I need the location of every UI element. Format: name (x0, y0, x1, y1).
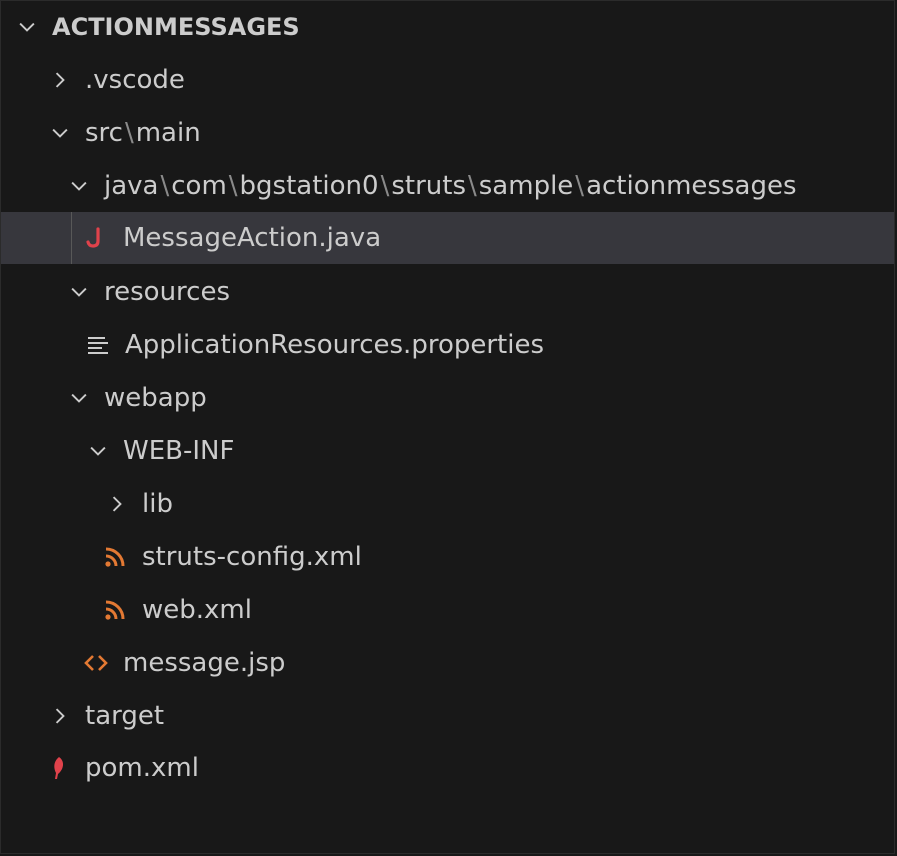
chevron-down-icon (68, 387, 90, 409)
path-segment: src (85, 118, 123, 148)
xml-file-icon (102, 544, 128, 570)
chevron-down-icon (49, 122, 71, 144)
tree-item-pom-xml[interactable]: pom.xml (1, 742, 894, 794)
tree-item-application-resources[interactable]: ApplicationResources.properties (1, 319, 894, 371)
chevron-right-icon (49, 705, 71, 727)
chevron-down-icon (87, 440, 109, 462)
file-label: MessageAction.java (123, 223, 382, 253)
path-segment: struts (391, 171, 466, 201)
code-file-icon (83, 650, 109, 676)
tree-item-message-action-java[interactable]: MessageAction.java (1, 212, 894, 264)
tree-item-web-xml[interactable]: web.xml (1, 584, 894, 636)
chevron-right-icon (49, 69, 71, 91)
tree-item-web-inf[interactable]: WEB-INF (1, 425, 894, 477)
xml-file-icon (102, 597, 128, 623)
path-separator: \ (124, 118, 134, 148)
tree-item-message-jsp[interactable]: message.jsp (1, 637, 894, 689)
path-separator: \ (160, 171, 170, 201)
tree-item-webapp[interactable]: webapp (1, 372, 894, 424)
path-segment: java (104, 171, 159, 201)
tree-item-resources[interactable]: resources (1, 266, 894, 318)
path-separator: \ (228, 171, 238, 201)
indent-guide (71, 212, 72, 264)
folder-label: lib (142, 489, 173, 519)
tree-item-struts-config-xml[interactable]: struts-config.xml (1, 531, 894, 583)
chevron-down-icon (68, 281, 90, 303)
tree-item-src-main[interactable]: src\main (1, 107, 894, 159)
tree-item-target[interactable]: target (1, 690, 894, 742)
chevron-down-icon (68, 175, 90, 197)
path-separator: \ (575, 171, 585, 201)
java-file-icon (83, 225, 109, 251)
folder-label: WEB-INF (123, 436, 235, 466)
folder-label: .vscode (85, 65, 185, 95)
explorer-title: ACTIONMESSAGES (52, 13, 300, 41)
file-label: web.xml (142, 595, 252, 625)
explorer-section-header[interactable]: ACTIONMESSAGES (1, 1, 894, 53)
path-segment: actionmessages (586, 171, 797, 201)
path-segment: sample (478, 171, 574, 201)
tree-item-java-package[interactable]: java\com\bgstation0\struts\sample\action… (1, 160, 894, 212)
path-segment: main (135, 118, 201, 148)
folder-label: target (85, 701, 165, 731)
path-separator: \ (468, 171, 477, 201)
tree-item-vscode[interactable]: .vscode (1, 54, 894, 106)
folder-label: java\com\bgstation0\struts\sample\action… (104, 171, 797, 201)
properties-file-icon (85, 332, 111, 358)
folder-label: resources (104, 277, 231, 307)
file-label: pom.xml (85, 753, 199, 783)
explorer-panel: ACTIONMESSAGES .vscode src\main java\com… (0, 0, 895, 854)
path-separator: \ (380, 171, 390, 201)
file-label: message.jsp (123, 648, 286, 678)
chevron-down-icon (16, 16, 38, 38)
folder-label: webapp (104, 383, 207, 413)
tree-item-lib[interactable]: lib (1, 478, 894, 530)
file-label: ApplicationResources.properties (125, 330, 544, 360)
file-label: struts-config.xml (142, 542, 362, 572)
maven-feather-icon (45, 755, 71, 781)
folder-label: src\main (85, 118, 201, 148)
path-segment: com (171, 171, 227, 201)
path-segment: bgstation0 (239, 171, 379, 201)
chevron-right-icon (106, 493, 128, 515)
